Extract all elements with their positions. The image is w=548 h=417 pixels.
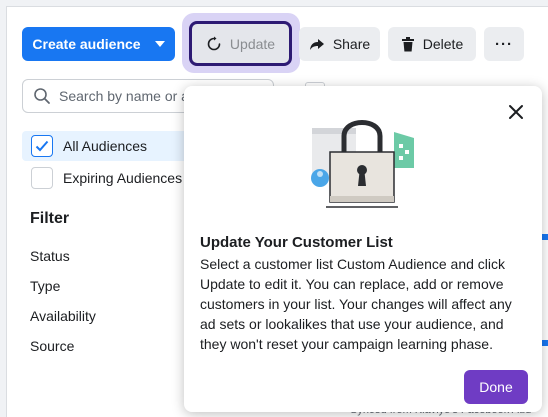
filter-heading: Filter	[30, 210, 70, 227]
filter-status[interactable]: Status	[30, 248, 70, 264]
search-placeholder: Search by name or a	[59, 88, 189, 104]
update-button[interactable]: Update	[189, 21, 292, 66]
checkbox-unchecked[interactable]	[31, 167, 53, 189]
trash-icon	[401, 36, 414, 51]
share-label: Share	[332, 36, 371, 52]
caret-down-icon	[154, 41, 165, 47]
done-button[interactable]: Done	[464, 370, 528, 404]
filter-source[interactable]: Source	[30, 338, 74, 354]
update-label: Update	[229, 35, 276, 52]
more-dots-icon: ···	[495, 35, 513, 53]
create-audience-button[interactable]: Create audience	[22, 27, 175, 61]
more-options-button[interactable]: ···	[484, 27, 524, 61]
create-audience-label: Create audience	[32, 36, 141, 52]
delete-label: Delete	[422, 36, 464, 52]
popover-body: Select a customer list Custom Audience a…	[200, 256, 512, 352]
list-item-all-audiences[interactable]: All Audiences	[22, 131, 192, 161]
list-item-expiring-audiences[interactable]: Expiring Audiences	[22, 163, 192, 193]
search-icon	[34, 88, 50, 104]
filter-type[interactable]: Type	[30, 278, 60, 294]
list-item-label: Expiring Audiences	[63, 170, 183, 186]
filter-availability[interactable]: Availability	[30, 308, 96, 324]
padlock-illustration	[311, 120, 414, 208]
list-item-label: All Audiences	[63, 138, 148, 154]
checkbox-checked[interactable]	[31, 135, 53, 157]
refresh-icon	[207, 36, 221, 50]
checkmark-icon	[35, 140, 49, 152]
popover-title: Update Your Customer List	[200, 234, 393, 251]
share-arrow-icon	[309, 39, 324, 50]
close-icon[interactable]	[506, 102, 526, 122]
delete-button[interactable]: Delete	[388, 27, 476, 61]
share-button[interactable]: Share	[299, 27, 380, 61]
update-tip-popover: Update Your Customer List Select a custo…	[184, 86, 542, 412]
